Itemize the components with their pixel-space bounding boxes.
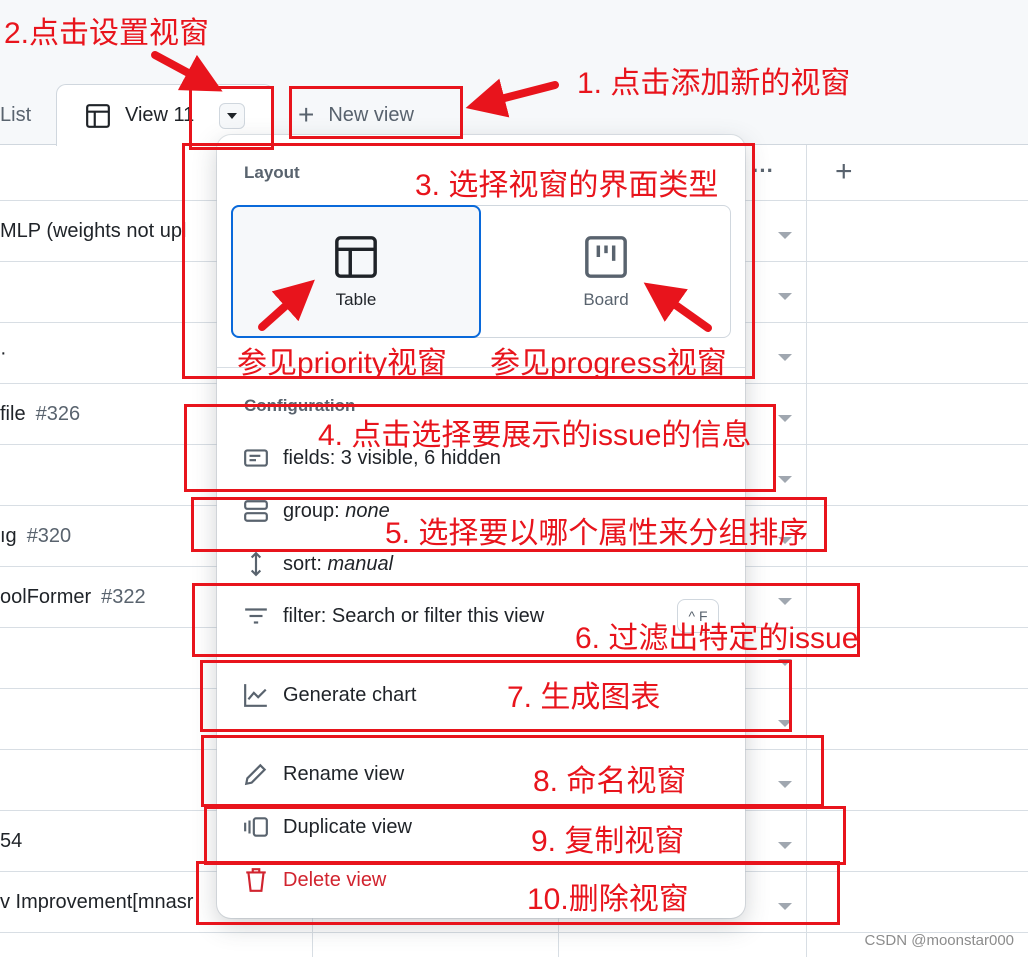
view-options-button[interactable] [219,103,245,129]
delete-view-item[interactable]: Delete view [243,860,386,900]
dropdown-caret-icon[interactable] [778,232,792,239]
dropdown-caret-icon[interactable] [778,537,792,544]
pencil-icon [244,763,267,786]
table-icon [86,103,110,128]
add-column-button[interactable]: + [835,155,853,189]
layout-heading: Layout [244,163,300,182]
chart-icon [244,684,267,707]
dropdown-caret-icon[interactable] [778,598,792,605]
dropdown-caret-icon[interactable] [778,903,792,910]
table-icon [335,235,377,278]
filter-item[interactable]: filter: Search or filter this view [243,596,544,636]
dropdown-caret-icon[interactable] [778,720,792,727]
sort-icon [250,551,262,577]
rename-view-item[interactable]: Rename view [243,754,404,794]
dropdown-caret-icon[interactable] [778,476,792,483]
tab-list[interactable]: List [0,84,31,146]
group-icon [244,500,268,522]
filter-shortcut-badge: ^ F [677,599,719,633]
fields-icon [244,449,268,467]
board-icon [585,235,627,278]
watermark: CSDN @moonstar000 [864,932,1014,949]
divider [217,655,745,656]
trash-icon [246,868,266,892]
view-options-menu: Layout Table Board Configuration fields:… [217,135,745,918]
divider [217,735,745,736]
dropdown-caret-icon[interactable] [778,293,792,300]
dropdown-caret-icon[interactable] [778,354,792,361]
duplicate-view-item[interactable]: Duplicate view [243,807,412,847]
configuration-heading: Configuration [244,396,356,415]
dropdown-caret-icon[interactable] [778,842,792,849]
layout-option-table[interactable]: Table [231,205,481,338]
divider [217,367,745,368]
caret-down-icon [227,113,237,119]
dropdown-caret-icon[interactable] [778,781,792,788]
column-menu-button[interactable]: ··· [752,158,774,184]
duplicate-icon [244,817,268,837]
dropdown-caret-icon[interactable] [778,659,792,666]
fields-item[interactable]: fields: 3 visible, 6 hidden [243,438,501,478]
group-item[interactable]: group: none [243,491,390,531]
column-divider [806,145,807,957]
sort-item[interactable]: sort: manual [243,544,393,584]
generate-chart-item[interactable]: Generate chart [243,675,416,715]
layout-option-board[interactable]: Board [481,205,731,338]
dropdown-caret-icon[interactable] [778,415,792,422]
plus-icon: + [298,99,315,130]
filter-icon [245,608,267,624]
